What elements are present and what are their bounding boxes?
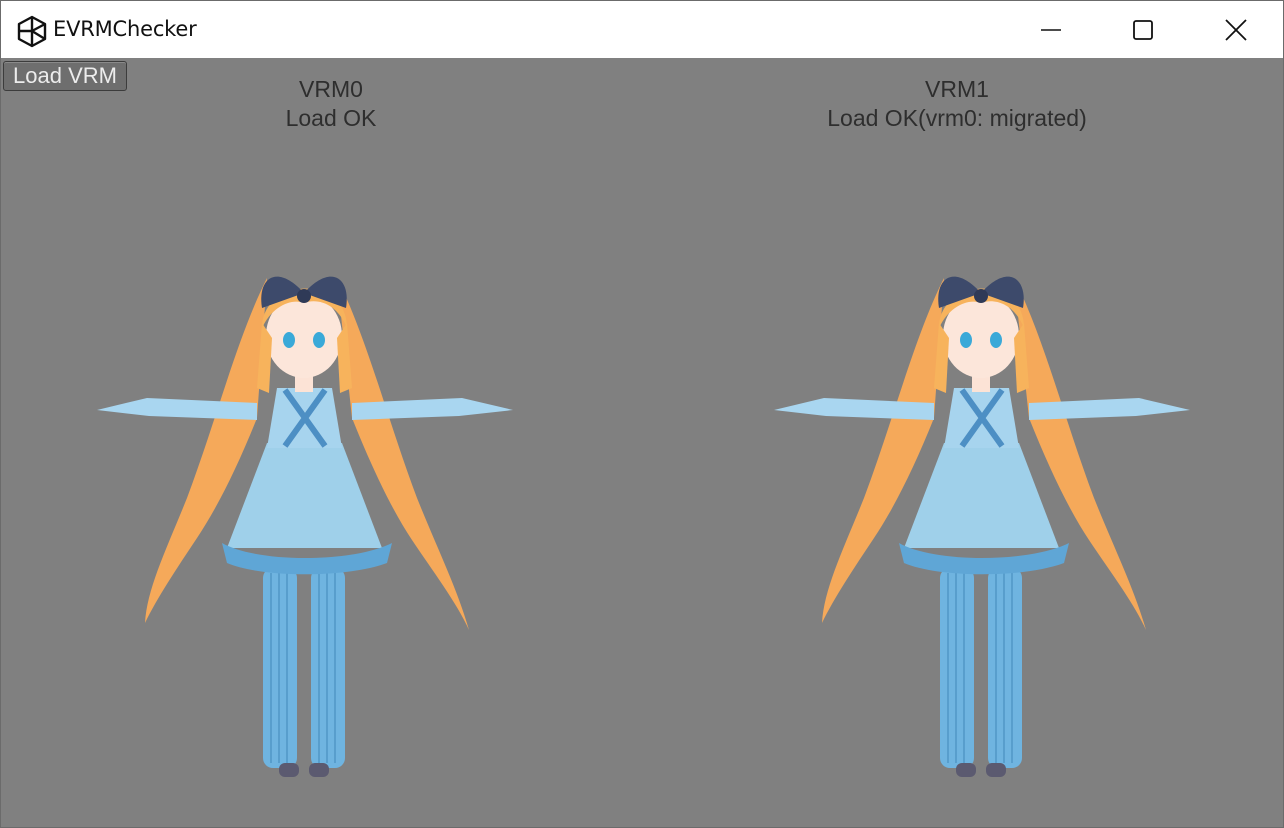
close-icon — [1225, 18, 1247, 41]
unity-icon — [17, 15, 47, 48]
vrm0-label: VRM0 Load OK — [181, 75, 481, 133]
vrm0-status: Load OK — [285, 105, 377, 131]
minimize-button[interactable] — [1005, 1, 1097, 58]
vrm0-avatar-model — [97, 276, 513, 777]
vrm1-label: VRM1 Load OK(vrm0: migrated) — [757, 75, 1157, 133]
maximize-icon — [1133, 19, 1153, 40]
minimize-icon — [1041, 28, 1061, 31]
vrm1-heading: VRM1 — [925, 76, 989, 102]
close-button[interactable] — [1190, 1, 1282, 58]
load-vrm-button[interactable]: Load VRM — [3, 61, 127, 91]
vrm1-avatar-model — [774, 276, 1190, 777]
title-bar[interactable]: EVRMChecker — [1, 1, 1283, 58]
scene-viewport[interactable]: Load VRM VRM0 Load OK VRM1 Load OK(vrm0:… — [1, 58, 1283, 827]
vrm1-status: Load OK(vrm0: migrated) — [827, 105, 1087, 131]
window-title: EVRMChecker — [53, 17, 197, 41]
app-window: EVRMChecker Load VRM VRM0 Load OK VRM1 L — [0, 0, 1284, 828]
maximize-button[interactable] — [1097, 1, 1189, 58]
vrm0-heading: VRM0 — [299, 76, 363, 102]
